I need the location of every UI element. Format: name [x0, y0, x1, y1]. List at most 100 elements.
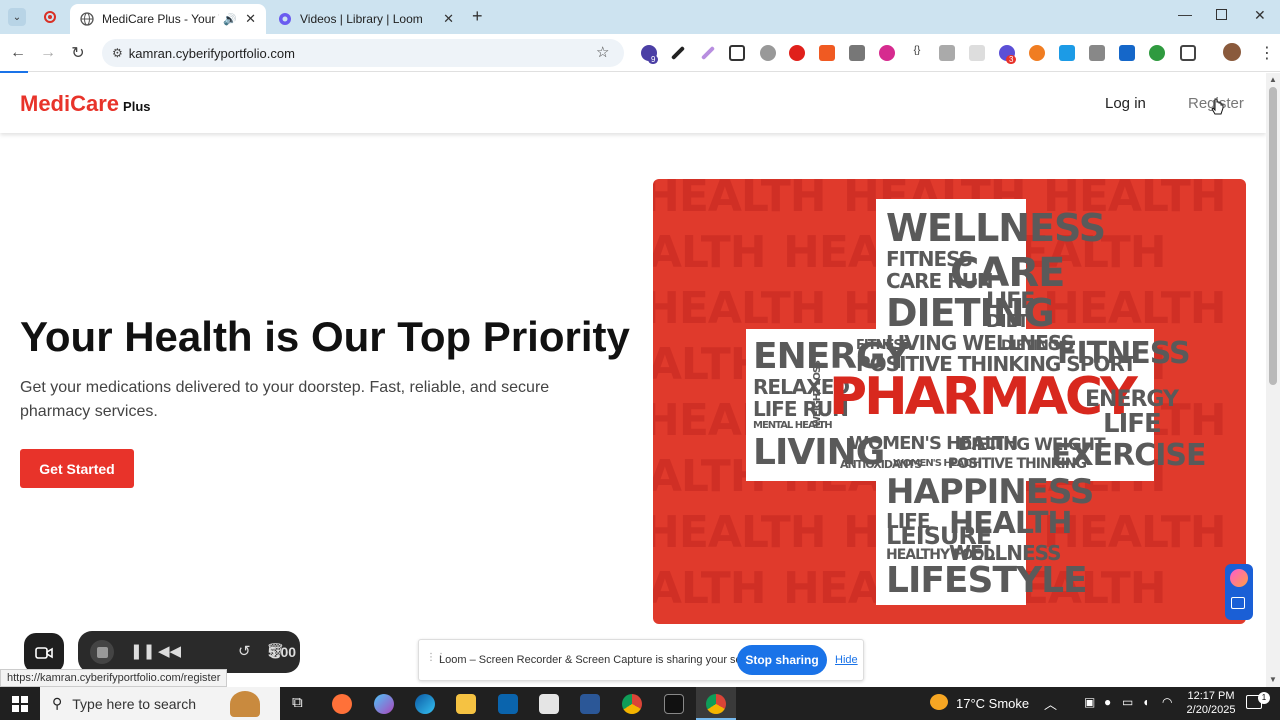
- extension-icon[interactable]: [819, 45, 835, 61]
- weather-icon[interactable]: [930, 694, 948, 710]
- scroll-up-icon[interactable]: ▲: [1269, 75, 1277, 84]
- forward-button[interactable]: →: [37, 42, 59, 64]
- side-widget[interactable]: [1225, 564, 1253, 620]
- qr-extension-icon[interactable]: [729, 45, 745, 61]
- pause-icon[interactable]: ❚❚: [130, 642, 155, 660]
- word-icon[interactable]: [580, 694, 600, 714]
- close-tab-icon[interactable]: ✕: [245, 11, 256, 27]
- recording-tab-icon[interactable]: [44, 11, 56, 23]
- speaker-icon[interactable]: ◖: [1142, 695, 1149, 709]
- scrollbar-thumb[interactable]: [1269, 87, 1277, 385]
- opera-extension-icon[interactable]: [789, 45, 805, 61]
- extension-icon[interactable]: [1119, 45, 1135, 61]
- extension-icon[interactable]: [760, 45, 776, 61]
- site-logo[interactable]: MediCare Plus: [20, 91, 151, 117]
- code-extension-icon[interactable]: {}: [909, 45, 925, 61]
- microphone-icon[interactable]: ●: [1104, 695, 1111, 709]
- meet-icon[interactable]: ▣: [1084, 695, 1095, 709]
- speaker-icon[interactable]: 🔊: [223, 13, 237, 26]
- extension-icon[interactable]: [969, 45, 985, 61]
- hero-title: Your Health is Our Top Priority: [20, 313, 630, 360]
- browser-toolbar: ← → ↻ ⚙ kamran.cyberifyportfolio.com ☆ 9…: [0, 34, 1280, 72]
- word-exercise: EXERCISE: [1051, 438, 1206, 473]
- tab-medicare[interactable]: MediCare Plus - Your Truste 🔊 ✕: [70, 4, 266, 34]
- windows-taskbar: ⚲ Type here to search ⧉ 17°C Smoke ︿ ▣ ●…: [0, 687, 1280, 720]
- terminal-icon[interactable]: [664, 694, 684, 714]
- word-care: CARE: [950, 250, 1065, 296]
- word-fitness-tiny: FITNESS: [856, 338, 910, 353]
- address-bar[interactable]: ⚙ kamran.cyberifyportfolio.com ☆: [102, 39, 624, 67]
- loom-camera-button[interactable]: [24, 633, 64, 673]
- close-window-button[interactable]: ✕: [1254, 7, 1266, 24]
- stop-sharing-button[interactable]: Stop sharing: [737, 645, 827, 675]
- hide-link[interactable]: Hide: [835, 654, 858, 666]
- screen-sharing-bar: ⋮⋮ Loom – Screen Recorder & Screen Captu…: [418, 639, 864, 681]
- avatar[interactable]: [1223, 43, 1241, 61]
- tab-title: Videos | Library | Loom: [300, 12, 423, 26]
- new-tab-button[interactable]: +: [472, 6, 483, 27]
- scroll-down-icon[interactable]: ▼: [1269, 675, 1277, 684]
- restart-icon[interactable]: ↺: [238, 642, 251, 660]
- rewind-icon[interactable]: ◀◀: [158, 642, 181, 660]
- tab-loom[interactable]: Videos | Library | Loom ✕: [268, 4, 464, 34]
- extension-icon[interactable]: [1029, 45, 1045, 61]
- page-scrollbar[interactable]: ▲ ▼: [1266, 73, 1280, 687]
- chrome-icon[interactable]: [706, 694, 726, 714]
- extension-badge: 9: [648, 55, 659, 64]
- wifi-icon[interactable]: ◠: [1162, 695, 1172, 709]
- reload-button[interactable]: ↻: [67, 42, 89, 64]
- site-settings-icon[interactable]: ⚙: [112, 46, 123, 60]
- extension-icon[interactable]: [849, 45, 865, 61]
- hero-subtitle: Get your medications delivered to your d…: [20, 379, 550, 420]
- windows-start-icon[interactable]: [12, 696, 28, 712]
- bookmark-star-icon[interactable]: ☆: [596, 43, 609, 61]
- search-placeholder: Type here to search: [72, 695, 197, 712]
- background-word: HEALTH: [653, 563, 767, 614]
- background-word: HEALTH: [653, 227, 767, 278]
- chrome-profile-icon[interactable]: [622, 694, 642, 714]
- tray-overflow-icon[interactable]: ︿: [1044, 694, 1057, 713]
- edge-icon[interactable]: [415, 694, 435, 714]
- loom-icon: [279, 13, 291, 25]
- tab-search-dropdown-icon[interactable]: ⌄: [8, 8, 26, 26]
- battery-icon[interactable]: ▭: [1122, 695, 1133, 709]
- trash-icon[interactable]: 🗑: [266, 642, 285, 660]
- task-view-icon[interactable]: ⧉: [292, 694, 303, 711]
- extension-icon[interactable]: [879, 45, 895, 61]
- file-explorer-icon[interactable]: [456, 694, 476, 714]
- background-word: HEALTH: [653, 507, 827, 558]
- back-button[interactable]: ←: [7, 42, 29, 64]
- close-tab-icon[interactable]: ✕: [443, 11, 454, 27]
- copilot-icon[interactable]: [374, 694, 394, 714]
- puzzle-icon[interactable]: [1180, 45, 1196, 61]
- eyedropper-extension-icon[interactable]: [670, 45, 686, 61]
- chart-widget-icon[interactable]: [1231, 597, 1245, 609]
- loom-widget-icon[interactable]: [1230, 569, 1248, 587]
- stop-record-button[interactable]: [90, 640, 114, 664]
- word-diet: DIET: [986, 311, 1029, 332]
- firefox-icon[interactable]: [332, 694, 352, 714]
- store-icon[interactable]: [539, 694, 559, 714]
- clipboard-extension-icon[interactable]: [1089, 45, 1105, 61]
- taskbar-search[interactable]: ⚲ Type here to search: [40, 687, 280, 720]
- notification-badge: 1: [1258, 692, 1270, 704]
- login-link[interactable]: Log in: [1105, 95, 1146, 112]
- menu-icon[interactable]: ⋮: [1259, 43, 1275, 63]
- browser-tab-bar: ⌄ MediCare Plus - Your Truste 🔊 ✕ Videos…: [0, 0, 1280, 34]
- camera-extension-icon[interactable]: [939, 45, 955, 61]
- taskbar-clock[interactable]: 12:17 PM 2/20/2025: [1180, 689, 1242, 717]
- pen-extension-icon[interactable]: [700, 45, 716, 61]
- word-life: LIFE: [986, 289, 1035, 314]
- extension-icon[interactable]: [1059, 45, 1075, 61]
- minimize-button[interactable]: —: [1178, 6, 1192, 22]
- weather-text[interactable]: 17°C Smoke: [956, 696, 1029, 711]
- maximize-button[interactable]: [1216, 9, 1227, 20]
- outlook-icon[interactable]: [498, 694, 518, 714]
- loom-recording-controls: ❚❚ ◀◀ 5:00 ↺ 🗑: [78, 631, 300, 673]
- extension-icon[interactable]: [1149, 45, 1165, 61]
- video-camera-icon: [35, 647, 53, 659]
- get-started-button[interactable]: Get Started: [20, 449, 134, 488]
- tab-title: MediCare Plus - Your Truste: [102, 12, 219, 26]
- web-page: MediCare Plus Log in Register Your Healt…: [0, 73, 1266, 687]
- word-energy-right: ENERGY: [1085, 387, 1179, 412]
